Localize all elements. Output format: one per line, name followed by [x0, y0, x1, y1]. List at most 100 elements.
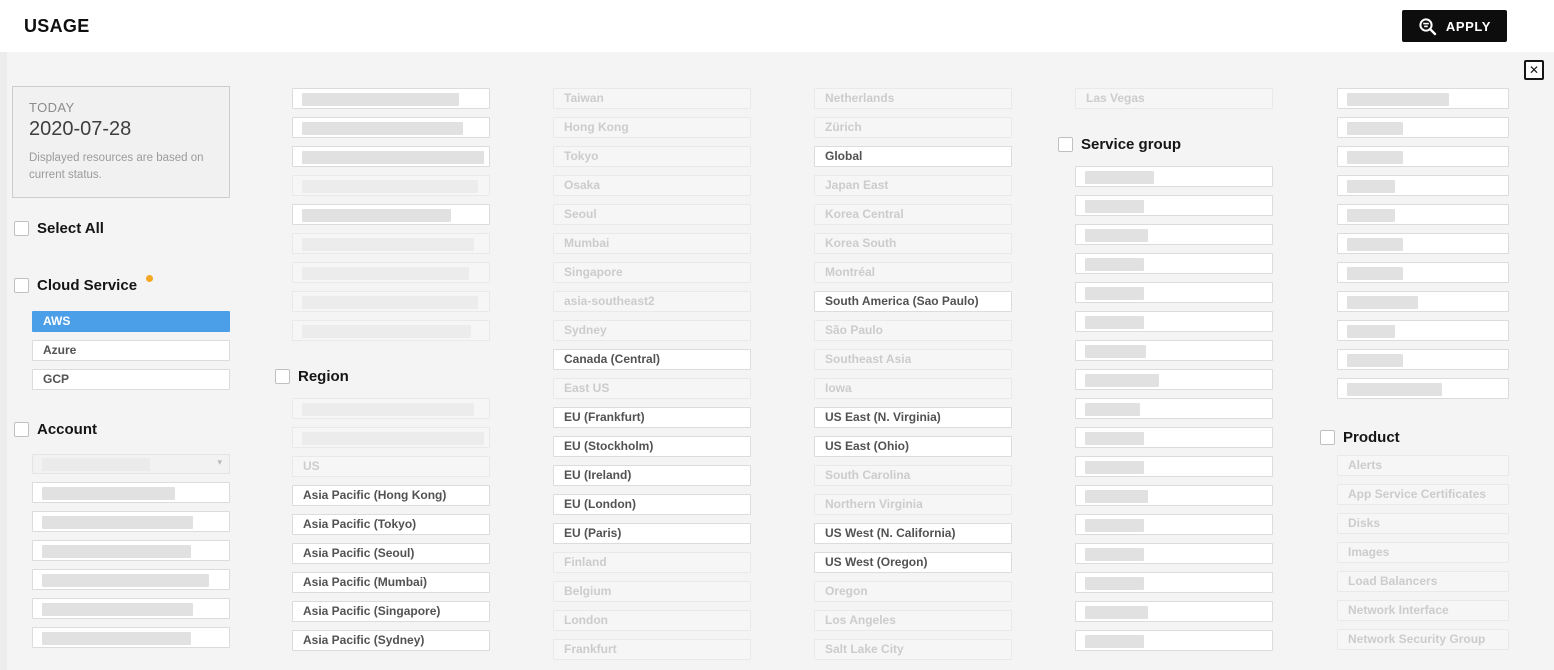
region-option[interactable]: Asia Pacific (Singapore) — [292, 601, 490, 622]
service-group-option[interactable] — [1075, 630, 1273, 651]
cloud-service-checkbox[interactable] — [14, 278, 29, 293]
account-option — [292, 233, 490, 254]
service-group-option[interactable] — [1075, 543, 1273, 564]
service-group-option[interactable] — [1075, 456, 1273, 477]
cloud-service-option[interactable]: AWS — [32, 311, 230, 332]
account-option[interactable] — [292, 117, 490, 138]
service-group-option[interactable] — [1075, 514, 1273, 535]
service-group-option[interactable] — [1075, 195, 1273, 216]
service-group-option[interactable] — [1337, 291, 1509, 312]
region-option[interactable]: EU (Ireland) — [553, 465, 751, 486]
region-option[interactable]: EU (Stockholm) — [553, 436, 751, 457]
select-all-checkbox-row[interactable]: Select All — [14, 220, 104, 237]
redacted-text — [302, 325, 471, 338]
cloud-service-option[interactable]: Azure — [32, 340, 230, 361]
service-group-option[interactable] — [1075, 166, 1273, 187]
region-option[interactable]: US West (Oregon) — [814, 552, 1012, 573]
filter-search-icon — [1418, 17, 1437, 36]
region-option[interactable]: EU (London) — [553, 494, 751, 515]
service-group-option[interactable] — [1075, 369, 1273, 390]
cloud-service-checkbox-row[interactable]: Cloud Service — [14, 275, 154, 294]
service-group-option[interactable] — [1075, 398, 1273, 419]
region-option[interactable]: US West (N. California) — [814, 523, 1012, 544]
service-group-option[interactable] — [1337, 88, 1509, 109]
account-option[interactable] — [32, 540, 230, 561]
cloud-service-option[interactable]: GCP — [32, 369, 230, 390]
region-option[interactable]: Asia Pacific (Sydney) — [292, 630, 490, 651]
service-group-option[interactable] — [1337, 320, 1509, 341]
redacted-text — [1085, 606, 1148, 619]
region-option[interactable]: Asia Pacific (Mumbai) — [292, 572, 490, 593]
account-extra-list — [292, 88, 490, 349]
account-checkbox[interactable] — [14, 422, 29, 437]
service-group-option[interactable] — [1337, 378, 1509, 399]
product-checkbox[interactable] — [1320, 430, 1335, 445]
region-option[interactable]: Asia Pacific (Tokyo) — [292, 514, 490, 535]
cloud-service-badge-dot — [146, 275, 154, 282]
service-group-option[interactable] — [1075, 282, 1273, 303]
service-group-option[interactable] — [1075, 572, 1273, 593]
product-option: Load Balancers — [1337, 571, 1509, 592]
redacted-text — [1085, 548, 1144, 561]
redacted-text — [302, 122, 463, 135]
account-option[interactable] — [32, 627, 230, 648]
service-group-option[interactable] — [1337, 146, 1509, 167]
account-option[interactable] — [292, 88, 490, 109]
account-option[interactable] — [32, 511, 230, 532]
select-all-checkbox[interactable] — [14, 221, 29, 236]
redacted-text — [302, 238, 475, 251]
region-list-1: US Asia Pacific (Hong Kong) Asia Pacific (… — [292, 398, 490, 659]
service-group-option[interactable] — [1337, 204, 1509, 225]
service-group-option[interactable] — [1075, 253, 1273, 274]
region-option[interactable]: US East (N. Virginia) — [814, 407, 1012, 428]
region-option[interactable]: Canada (Central) — [553, 349, 751, 370]
service-group-option[interactable] — [1337, 175, 1509, 196]
region-option[interactable]: Global — [814, 146, 1012, 167]
account-option[interactable] — [292, 204, 490, 225]
region-option: South Carolina — [814, 465, 1012, 486]
account-list — [32, 482, 230, 656]
region-list-2: Taiwan Hong Kong Tokyo Osaka Seoul Mumbai Sing… — [553, 88, 751, 668]
service-group-checkbox[interactable] — [1058, 137, 1073, 152]
column-accounts-region: Region US Asia Pacific (Hong Kong) Asia Pa… — [275, 52, 490, 670]
redacted-text — [1085, 287, 1144, 300]
service-group-option[interactable] — [1337, 117, 1509, 138]
region-option: Southeast Asia — [814, 349, 1012, 370]
service-group-option[interactable] — [1075, 485, 1273, 506]
service-group-option[interactable] — [1075, 311, 1273, 332]
service-group-list — [1075, 166, 1273, 659]
region-checkbox-row[interactable]: Region — [275, 368, 349, 385]
account-option[interactable] — [32, 598, 230, 619]
service-group-option[interactable] — [1337, 349, 1509, 370]
region-option[interactable]: Asia Pacific (Seoul) — [292, 543, 490, 564]
close-button[interactable]: ✕ — [1524, 60, 1544, 80]
service-group-option[interactable] — [1337, 233, 1509, 254]
account-option[interactable] — [32, 569, 230, 590]
region-option[interactable]: EU (Frankfurt) — [553, 407, 751, 428]
apply-button[interactable]: APPLY — [1401, 10, 1507, 42]
service-group-option[interactable] — [1075, 601, 1273, 622]
account-checkbox-row[interactable]: Account — [14, 421, 97, 438]
account-option[interactable] — [292, 146, 490, 167]
region-option[interactable]: US East (Ohio) — [814, 436, 1012, 457]
select-all-label: Select All — [37, 220, 104, 237]
account-dropdown[interactable]: ▾ — [32, 454, 230, 474]
service-group-checkbox-row[interactable]: Service group — [1058, 136, 1181, 153]
service-group-option[interactable] — [1075, 224, 1273, 245]
cloud-service-list: AWS Azure GCP — [32, 311, 230, 398]
region-option[interactable]: South America (Sao Paulo) — [814, 291, 1012, 312]
redacted-text — [1085, 229, 1148, 242]
region-option[interactable]: EU (Paris) — [553, 523, 751, 544]
region-checkbox[interactable] — [275, 369, 290, 384]
account-option[interactable] — [32, 482, 230, 503]
redacted-text — [302, 93, 459, 106]
service-group-option[interactable] — [1075, 427, 1273, 448]
service-group-option[interactable] — [1337, 262, 1509, 283]
service-group-label: Service group — [1081, 136, 1182, 153]
region-option: Netherlands — [814, 88, 1012, 109]
redacted-text — [1347, 93, 1449, 106]
region-option: Los Angeles — [814, 610, 1012, 631]
region-option[interactable]: Asia Pacific (Hong Kong) — [292, 485, 490, 506]
product-checkbox-row[interactable]: Product — [1320, 429, 1400, 446]
service-group-option[interactable] — [1075, 340, 1273, 361]
